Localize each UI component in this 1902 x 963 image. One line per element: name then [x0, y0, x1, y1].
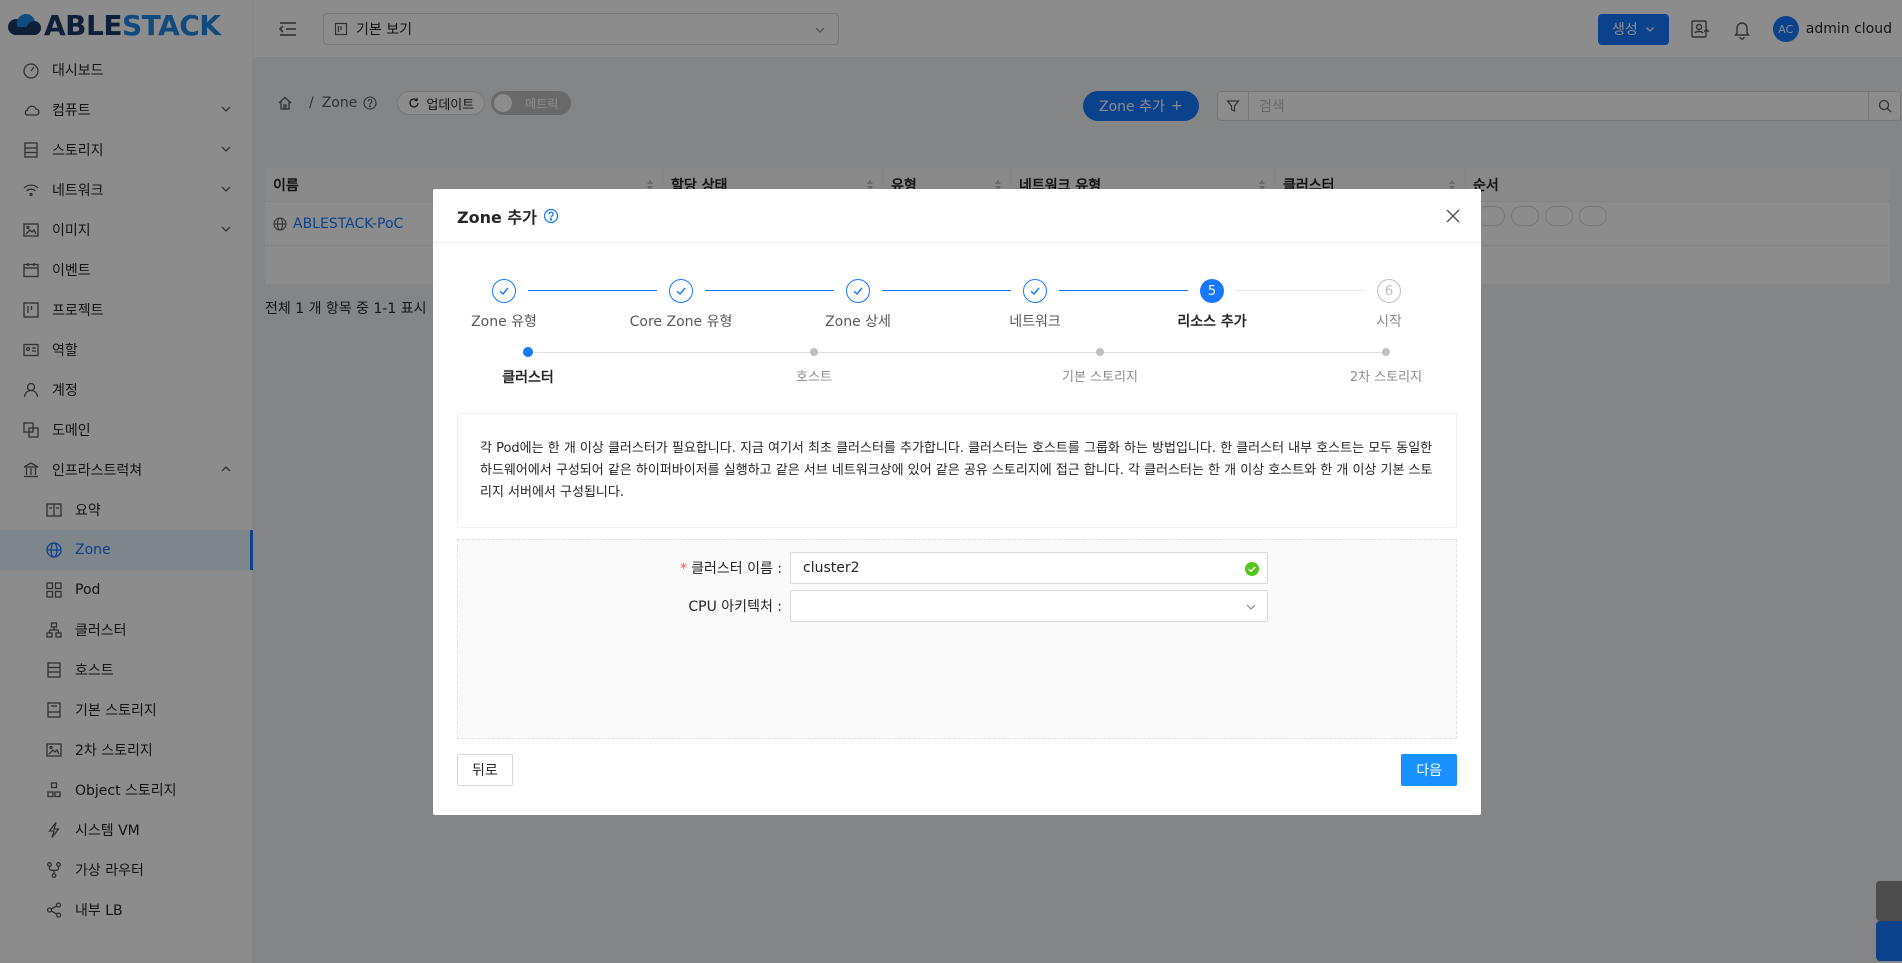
step-icon: [1023, 279, 1047, 303]
step-label: 네트워크: [1009, 314, 1061, 330]
wizard-substeps: 클러스터 호스트 기본 스토리지 2차 스토리지: [457, 347, 1457, 388]
wizard-step-2: Core Zone 유형: [601, 279, 761, 331]
substep-label: 클러스터: [502, 370, 554, 386]
check-icon: [853, 287, 863, 296]
step-icon: [669, 279, 693, 303]
cluster-name-input[interactable]: cluster2: [790, 552, 1268, 584]
substep-connector: [528, 352, 1386, 353]
form-row-cluster-name: * 클러스터 이름 : cluster2: [458, 552, 1458, 584]
step-label: 시작: [1376, 314, 1402, 330]
step-icon: 5: [1200, 279, 1224, 303]
substep-dot: [1382, 348, 1390, 356]
wizard-step-4: 네트워크: [955, 279, 1115, 331]
back-button[interactable]: 뒤로: [457, 754, 513, 786]
step-label: Core Zone 유형: [629, 314, 733, 330]
modal-title: Zone 추가: [457, 207, 537, 227]
cluster-name-value: cluster2: [803, 560, 860, 576]
substep-label: 호스트: [796, 370, 832, 385]
wizard-step-5: 5 리소스 추가: [1132, 279, 1292, 331]
wizard-substep-1: 클러스터: [468, 347, 588, 387]
substep-dot: [810, 348, 818, 356]
wizard-steps: Zone 유형 Core Zone 유형 Zone 상세 네트워크 5 리소스 추가 6 시작: [457, 279, 1457, 331]
cluster-form: * 클러스터 이름 : cluster2 CPU 아키텍처 :: [457, 539, 1457, 739]
substep-label: 기본 스토리지: [1062, 370, 1138, 385]
step-label: Zone 상세: [825, 314, 891, 330]
next-button[interactable]: 다음: [1401, 754, 1457, 786]
step-description: 각 Pod에는 한 개 이상 클러스터가 필요합니다. 지금 여기서 최초 클러…: [457, 413, 1457, 528]
close-icon[interactable]: [1443, 206, 1463, 226]
step-label: 리소스 추가: [1177, 314, 1247, 330]
step-label: Zone 유형: [471, 314, 537, 330]
wizard-substep-3: 기본 스토리지: [1040, 348, 1160, 385]
check-circle-icon: [1245, 562, 1259, 576]
cpu-arch-label: CPU 아키텍처 :: [688, 599, 782, 615]
step-icon: [846, 279, 870, 303]
wizard-substep-4: 2차 스토리지: [1326, 348, 1446, 385]
check-icon: [676, 287, 686, 296]
substep-dot: [1096, 348, 1104, 356]
substep-dot: [523, 347, 533, 357]
wizard-step-1: Zone 유형: [424, 279, 584, 331]
wizard-step-3: Zone 상세: [778, 279, 938, 331]
wizard-step-6: 6 시작: [1309, 279, 1469, 331]
add-zone-modal: Zone 추가 Zone 유형 Core Zone 유형 Zone 상세 네트워크 5 리…: [433, 189, 1481, 815]
question-circle-icon[interactable]: [543, 208, 559, 224]
cpu-arch-select[interactable]: [790, 590, 1268, 622]
modal-header: Zone 추가: [433, 189, 1481, 243]
substep-label: 2차 스토리지: [1349, 370, 1423, 385]
form-row-cpu-arch: CPU 아키텍처 :: [458, 590, 1458, 622]
cluster-name-label: * 클러스터 이름 :: [680, 561, 782, 577]
step-icon: 6: [1377, 279, 1401, 303]
step-icon: [492, 279, 516, 303]
check-icon: [1030, 287, 1040, 296]
chevron-down-icon: [1246, 604, 1256, 610]
check-icon: [499, 287, 509, 296]
wizard-substep-2: 호스트: [754, 348, 874, 385]
